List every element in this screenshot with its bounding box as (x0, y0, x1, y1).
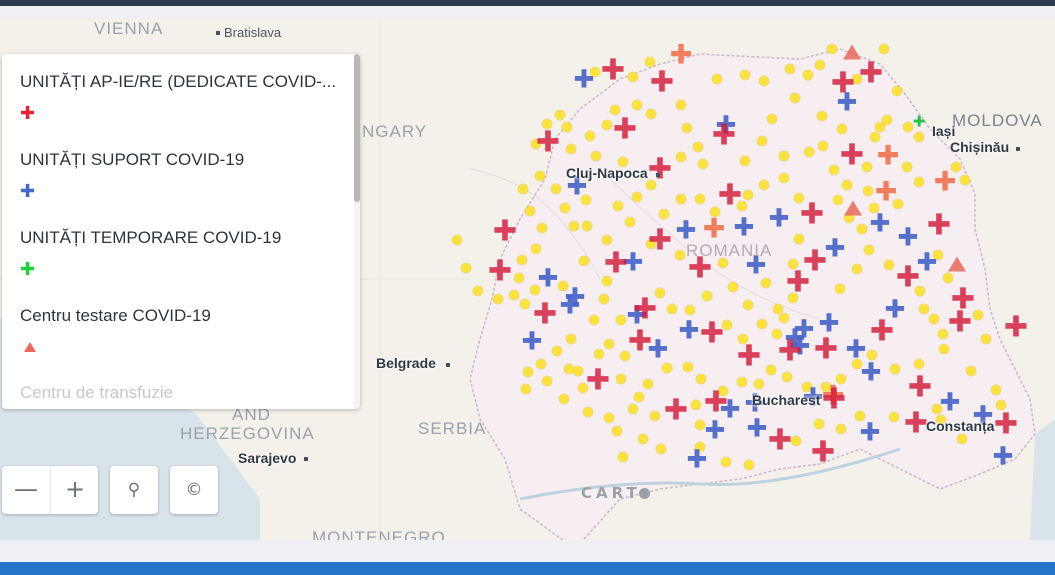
legend-panel[interactable]: UNITĂȚI AP-IE/RE (DEDICATE COVID-... ✚ U… (2, 54, 360, 409)
legend-scrollbar[interactable] (354, 54, 360, 409)
country-label-montenegro: MONTENEGRO (312, 528, 446, 540)
city-label-chisinau: Chișinău (950, 139, 1010, 155)
legend-item-label: Centru testare COVID-19 (20, 306, 211, 325)
city-label-iasi: Iași (932, 123, 956, 139)
green-cross-icon: ✚ (20, 259, 36, 280)
legend-scroll-thumb[interactable] (354, 54, 360, 202)
city-dot-cluj (656, 173, 660, 177)
carto-attribution[interactable]: CART (581, 484, 650, 502)
country-label-hungary: NGARY (362, 122, 428, 141)
legend-item-testare[interactable]: Centru testare COVID-19 (20, 306, 345, 352)
flask-icon (24, 342, 36, 352)
country-label-moldova: MOLDOVA (952, 111, 1043, 130)
search-button[interactable]: ⚲ (110, 466, 158, 514)
legend-item-label: UNITĂȚI AP-IE/RE (DEDICATE COVID-... (20, 72, 337, 91)
search-icon: ⚲ (127, 480, 141, 500)
legend-item-label: Centru de transfuzie (20, 383, 174, 402)
zoom-out-button[interactable]: — (2, 466, 50, 514)
city-label-bucharest: Bucharest (752, 392, 821, 408)
city-dot-bratislava (216, 31, 220, 35)
top-bar (0, 0, 1055, 6)
city-dot-chisinau (1016, 147, 1020, 151)
bottom-bar (0, 562, 1055, 575)
country-label-romania: ROMANIA (686, 241, 773, 260)
zoom-in-button[interactable]: + (51, 466, 99, 514)
copyright-icon: © (185, 480, 203, 500)
blue-cross-icon: ✚ (20, 181, 36, 202)
legend-item-label: UNITĂȚI SUPORT COVID-19 (20, 150, 245, 169)
country-label-serbia: SERBIA (418, 419, 487, 438)
attribution-button[interactable]: © (170, 466, 218, 514)
carto-logo-icon (638, 488, 650, 499)
country-label-herzegovina: HERZEGOVINA (180, 424, 315, 443)
legend-item-transfuzie[interactable]: Centru de transfuzie (20, 383, 345, 403)
zoom-control: — + (2, 466, 98, 514)
city-label-belgrade: Belgrade (376, 355, 436, 371)
city-dot-belgrade (446, 363, 450, 367)
city-label-bratislava: Bratislava (224, 25, 282, 40)
city-label-cluj: Cluj-Napoca (566, 165, 648, 181)
map-canvas[interactable]: ✚ ✚ ✚ ✚ ✚ ✚ ✚ ✚ ✚ ✚ ✚ ✚ ✚ ✚ ✚ ✚ ✚ ✚ ✚ ✚ ✚ ✚ ✚ ✚ ✚ ✚ ✚ ✚ ✚ ✚ ✚ ✚ ✚ ✚ ✚ ✚ ✚ ✚ ✚ ✚… (0, 19, 1055, 540)
legend-item-label: UNITĂȚI TEMPORARE COVID-19 (20, 228, 282, 247)
city-dot-sarajevo (304, 457, 308, 461)
legend-item-temporare[interactable]: UNITĂȚI TEMPORARE COVID-19 ✚ (20, 228, 345, 279)
city-label-constanta: Constanța (926, 418, 995, 434)
legend-item-ap-ie-re[interactable]: UNITĂȚI AP-IE/RE (DEDICATE COVID-... ✚ (20, 72, 345, 123)
red-cross-icon: ✚ (20, 103, 36, 124)
legend-item-suport[interactable]: UNITĂȚI SUPORT COVID-19 ✚ (20, 150, 345, 201)
country-label-vienna: VIENNA (94, 19, 164, 38)
city-label-sarajevo: Sarajevo (238, 450, 297, 466)
